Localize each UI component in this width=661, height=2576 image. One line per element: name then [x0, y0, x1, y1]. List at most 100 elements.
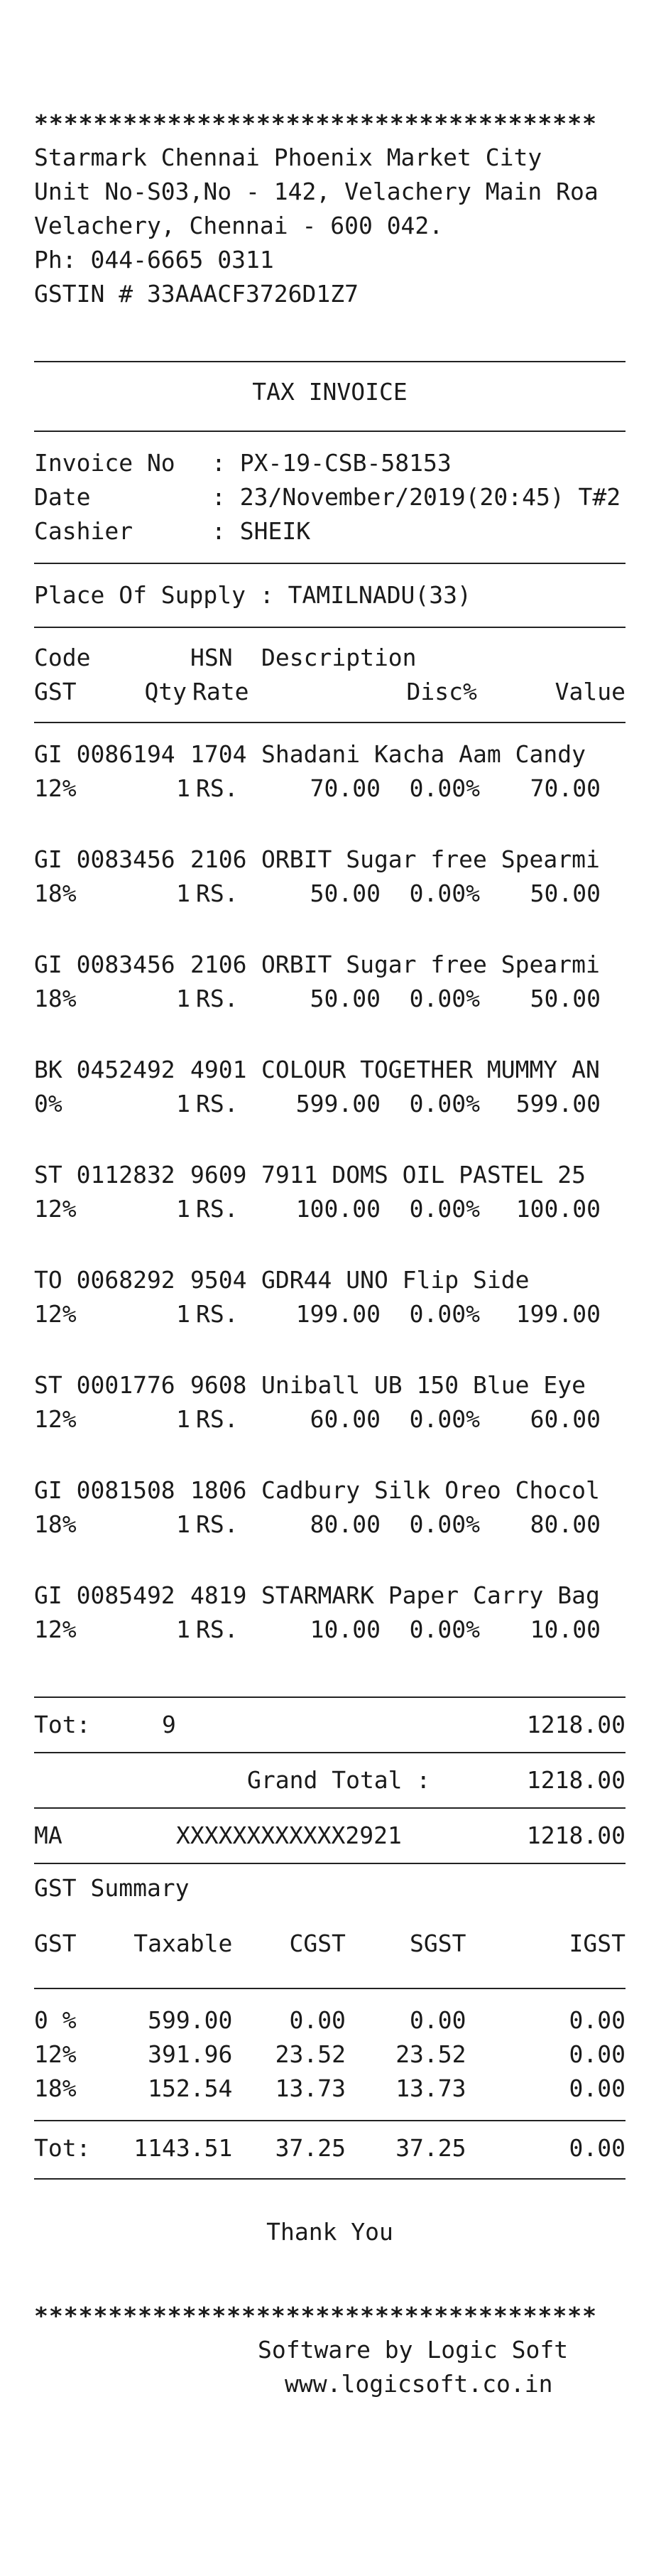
item-gst: 18%	[34, 1510, 77, 1538]
item-hsn: 4901	[190, 1056, 247, 1083]
gst-col-sgst: SGST	[410, 1930, 466, 1957]
cashier-row: Cashier : SHEIK	[34, 514, 626, 548]
gst-summary-total: Tot: 1143.51 37.25 37.25 0.00	[34, 2121, 626, 2178]
table-row: 0 % 599.00 0.00 0.00 0.00	[34, 2003, 626, 2037]
date-value: : 23/November/2019(20:45) T#2	[212, 483, 621, 511]
item-gst: 12%	[34, 774, 77, 802]
item-qty: 1	[176, 774, 190, 802]
gst-igst: 0.00	[569, 2040, 626, 2068]
list-item: TO 0068292 9504 GDR44 UNO Flip Side 12% 1 RS…	[34, 1263, 626, 1331]
item-hsn: 4819	[190, 1581, 247, 1609]
gst-rate: 0 %	[34, 2006, 77, 2034]
item-hsn: 9504	[190, 1266, 247, 1294]
software-website: www.logicsoft.co.in	[285, 2370, 553, 2398]
item-value: 10.00	[530, 1616, 601, 1643]
item-value: 100.00	[515, 1195, 601, 1223]
item-disc: 0.00%	[409, 985, 480, 1012]
stars-top: ****************************************…	[34, 109, 599, 137]
item-gst: 12%	[34, 1195, 77, 1223]
item-currency: RS.	[196, 1090, 239, 1117]
gst-cgst: 13.73	[275, 2074, 346, 2102]
item-qty: 1	[176, 1090, 190, 1117]
invoice-no-row: Invoice No : PX-19-CSB-58153	[34, 446, 626, 480]
col-qty: Qty	[144, 678, 187, 705]
gst-total-cgst: 37.25	[275, 2134, 346, 2162]
item-gst: 12%	[34, 1300, 77, 1328]
gst-col-gst: GST	[34, 1930, 77, 1957]
store-phone: Ph: 044-6665 0311	[34, 246, 274, 274]
item-code: ST 0001776	[34, 1371, 175, 1399]
grand-total-value: 1218.00	[526, 1766, 626, 1794]
item-value: 70.00	[530, 774, 601, 802]
item-value: 50.00	[530, 985, 601, 1012]
item-currency: RS.	[196, 985, 239, 1012]
item-rate: 10.00	[310, 1616, 381, 1643]
item-disc: 0.00%	[409, 1510, 480, 1538]
item-code: GI 0081508	[34, 1476, 175, 1504]
item-code: ST 0112832	[34, 1161, 175, 1189]
gst-total-taxable: 1143.51	[133, 2134, 233, 2162]
thank-you: Thank You	[266, 2218, 393, 2246]
total-qty: 9	[162, 1711, 176, 1738]
item-currency: RS.	[196, 774, 239, 802]
item-currency: RS.	[196, 1195, 239, 1223]
gst-sgst: 23.52	[395, 2040, 466, 2068]
store-gstin: GSTIN # 33AAACF3726D1Z7	[34, 280, 359, 308]
item-value: 60.00	[530, 1405, 601, 1433]
list-item: GI 0086194 1704 Shadani Kacha Aam Candy 12…	[34, 737, 626, 806]
stars-bottom: ****************************************…	[34, 2302, 599, 2329]
item-qty: 1	[176, 1616, 190, 1643]
item-disc: 0.00%	[409, 880, 480, 907]
item-currency: RS.	[196, 880, 239, 907]
software-credit: Software by Logic Soft	[258, 2336, 569, 2364]
item-description: ORBIT Sugar free Spearmi	[261, 845, 600, 873]
invoice-meta: Invoice No : PX-19-CSB-58153 Date : 23/N…	[34, 432, 626, 563]
gst-summary-header: GST Taxable CGST SGST IGST	[34, 1927, 626, 1988]
item-code: GI 0085492	[34, 1581, 175, 1609]
item-rate: 199.00	[295, 1300, 381, 1328]
list-item: GI 0081508 1806 Cadbury Silk Oreo Chocol 1…	[34, 1473, 626, 1542]
item-rate: 50.00	[310, 985, 381, 1012]
total-row: Tot: 9 1218.00	[34, 1698, 626, 1752]
item-gst: 0%	[34, 1090, 62, 1117]
item-code: GI 0083456	[34, 845, 175, 873]
item-description: GDR44 UNO Flip Side	[261, 1266, 530, 1294]
item-hsn: 1806	[190, 1476, 247, 1504]
item-qty: 1	[176, 1300, 190, 1328]
item-hsn: 2106	[190, 951, 247, 978]
table-row: 12% 391.96 23.52 23.52 0.00	[34, 2037, 626, 2072]
total-value: 1218.00	[526, 1711, 626, 1738]
gst-igst: 0.00	[569, 2074, 626, 2102]
item-value: 50.00	[530, 880, 601, 907]
list-item: ST 0112832 9609 7911 DOMS OIL PASTEL 25 12…	[34, 1158, 626, 1226]
item-description: COLOUR TOGETHER MUMMY AN	[261, 1056, 600, 1083]
gst-cgst: 23.52	[275, 2040, 346, 2068]
gst-sgst: 0.00	[410, 2006, 466, 2034]
col-gst: GST	[34, 678, 77, 705]
gst-col-igst: IGST	[569, 1930, 626, 1957]
list-item: BK 0452492 4901 COLOUR TOGETHER MUMMY AN 0…	[34, 1053, 626, 1121]
gst-summary-title: GST Summary	[34, 1874, 190, 1902]
item-code: GI 0083456	[34, 951, 175, 978]
item-hsn: 9609	[190, 1161, 247, 1189]
invoice-title: TAX INVOICE	[252, 378, 408, 406]
grand-total-label: Grand Total :	[247, 1766, 431, 1794]
cashier-label: Cashier	[34, 517, 133, 545]
item-currency: RS.	[196, 1300, 239, 1328]
list-item: GI 0085492 4819 STARMARK Paper Carry Bag 1…	[34, 1579, 626, 1647]
item-currency: RS.	[196, 1616, 239, 1643]
item-qty: 1	[176, 1405, 190, 1433]
item-rate: 70.00	[310, 774, 381, 802]
list-item: ST 0001776 9608 Uniball UB 150 Blue Eye 12…	[34, 1368, 626, 1436]
item-qty: 1	[176, 985, 190, 1012]
item-gst: 18%	[34, 985, 77, 1012]
gst-total-label: Tot:	[34, 2134, 91, 2162]
date-row: Date : 23/November/2019(20:45) T#2	[34, 480, 626, 514]
item-description: ORBIT Sugar free Spearmi	[261, 951, 600, 978]
item-qty: 1	[176, 1510, 190, 1538]
column-headers: Code HSN Description GST Qty Rate Disc% …	[34, 628, 626, 722]
item-qty: 1	[176, 880, 190, 907]
item-hsn: 1704	[190, 740, 247, 768]
item-disc: 0.00%	[409, 1300, 480, 1328]
gst-total-sgst: 37.25	[395, 2134, 466, 2162]
